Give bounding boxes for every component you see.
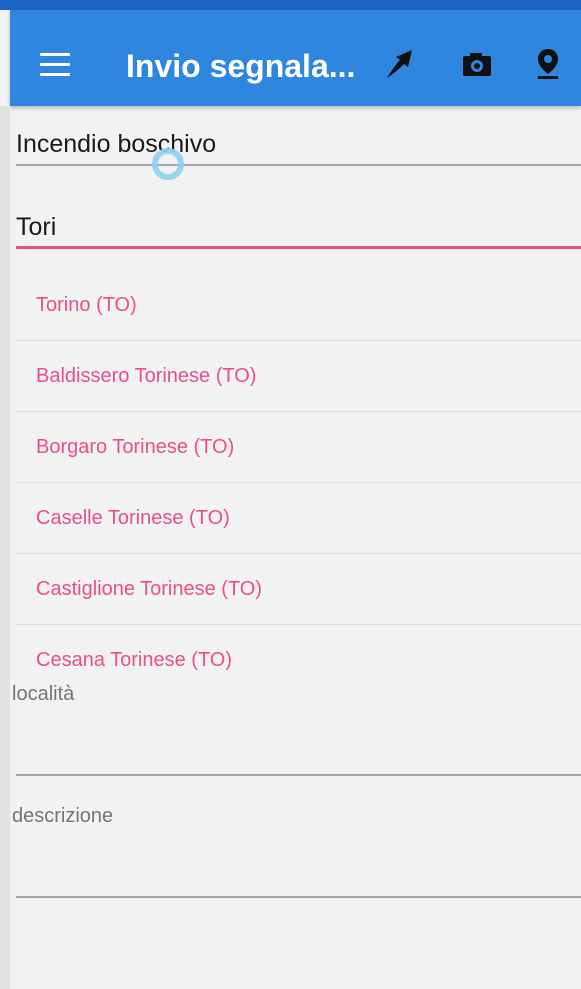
suggestion-item[interactable]: Caselle Torinese (TO) xyxy=(16,483,581,554)
category-field[interactable]: Incendio boschivo xyxy=(16,130,216,159)
menu-icon[interactable] xyxy=(40,53,70,77)
city-input-underline-active xyxy=(16,246,581,249)
app-bar: Invio segnala... xyxy=(10,10,581,106)
screen: Invio segnala... Incendio boschivo Tori … xyxy=(0,0,581,989)
suggestion-item[interactable]: Baldissero Torinese (TO) xyxy=(16,341,581,412)
suggestion-item[interactable]: Borgaro Torinese (TO) xyxy=(16,412,581,483)
suggestion-item[interactable]: Torino (TO) xyxy=(16,270,581,341)
description-label: descrizione xyxy=(12,805,114,827)
status-bar xyxy=(0,0,581,10)
suggestion-item[interactable]: Castiglione Torinese (TO) xyxy=(16,554,581,625)
upload-arrow-icon[interactable] xyxy=(378,44,418,84)
autocomplete-dropdown: Torino (TO) Baldissero Torinese (TO) Bor… xyxy=(16,270,581,695)
location-pin-icon[interactable] xyxy=(528,44,568,84)
city-search-input[interactable]: Tori xyxy=(16,213,56,242)
suggestion-item[interactable]: Cesana Torinese (TO) xyxy=(16,625,581,695)
touch-ripple xyxy=(152,148,184,180)
camera-icon[interactable] xyxy=(456,44,496,84)
category-underline xyxy=(16,164,581,166)
app-title: Invio segnala... xyxy=(126,48,356,84)
description-field[interactable] xyxy=(16,896,581,898)
locality-label: località xyxy=(12,683,75,705)
left-edge-panel xyxy=(0,106,10,989)
locality-field[interactable] xyxy=(16,774,581,776)
